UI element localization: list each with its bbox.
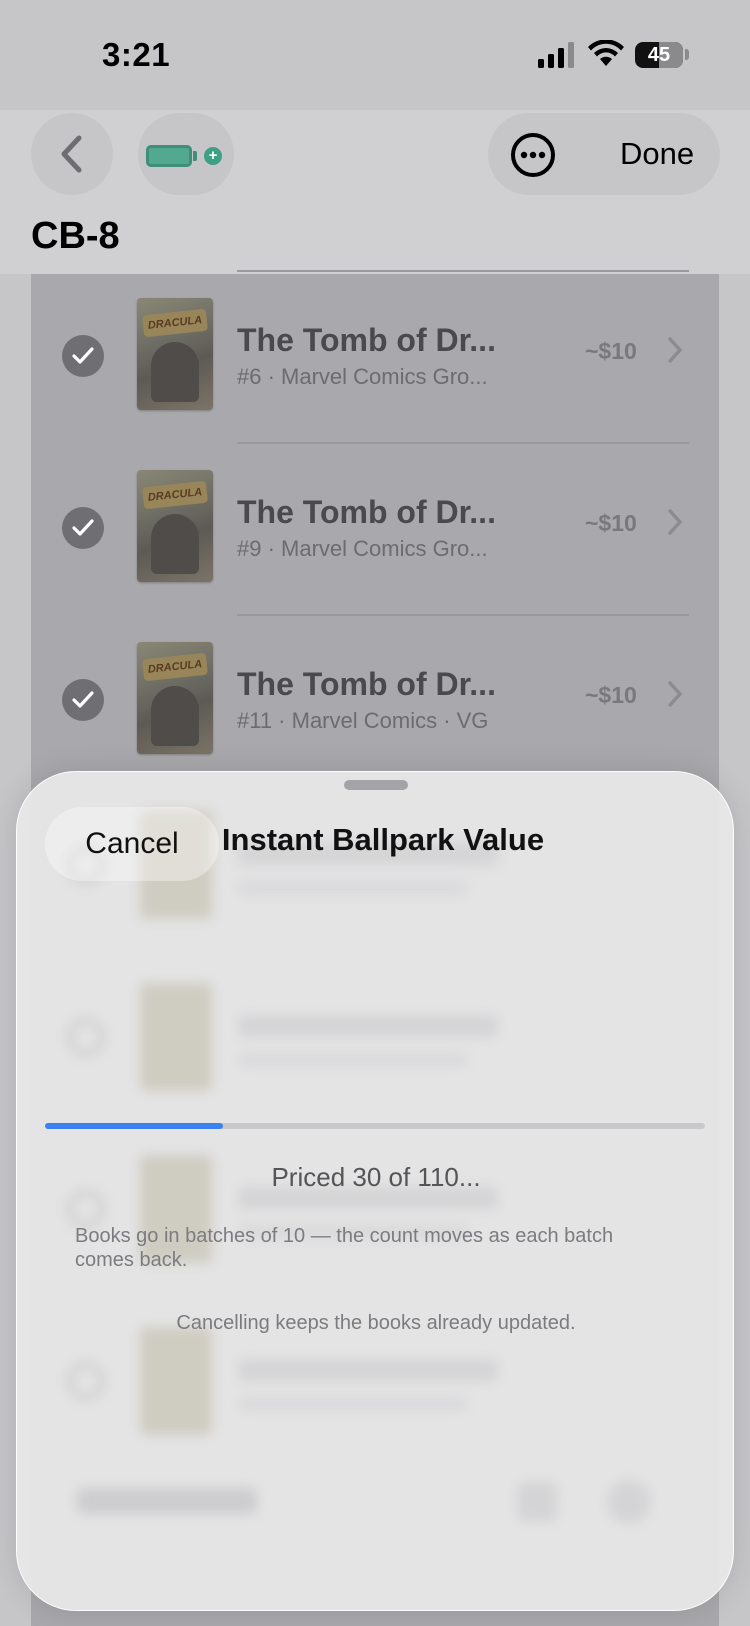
chevron-left-icon xyxy=(61,135,82,173)
battery-plus-icon xyxy=(146,145,192,167)
comic-title: The Tomb of Dr... xyxy=(237,494,496,530)
list-item[interactable]: DRACULA The Tomb of Dr... #11 · Marvel C… xyxy=(31,614,719,786)
battery-status-button[interactable]: + xyxy=(138,113,234,195)
comic-subtitle: #9 · Marvel Comics Gro... xyxy=(237,536,488,561)
checkmark-circle-icon[interactable] xyxy=(62,335,104,377)
battery-cap xyxy=(685,49,689,60)
sheet-grabber[interactable] xyxy=(344,780,408,790)
comic-price: ~$10 xyxy=(585,338,637,364)
plus-icon: + xyxy=(204,147,222,165)
blurred-footer xyxy=(77,1478,677,1538)
wifi-icon xyxy=(588,40,624,66)
cover-logo: DRACULA xyxy=(142,480,208,510)
done-button[interactable]: Done xyxy=(620,113,694,195)
comic-subtitle: #11 · Marvel Comics · VG xyxy=(237,708,489,733)
comic-price: ~$10 xyxy=(585,510,637,536)
battery-icon: 45 xyxy=(635,42,683,68)
ellipsis-circle-icon[interactable] xyxy=(510,132,556,178)
comic-title: The Tomb of Dr... xyxy=(237,666,496,702)
cancel-button[interactable]: Cancel xyxy=(45,807,219,881)
list-item[interactable]: DRACULA The Tomb of Dr... #9 · Marvel Co… xyxy=(31,442,719,614)
comic-cover: DRACULA xyxy=(137,470,213,582)
checkmark-circle-icon[interactable] xyxy=(62,679,104,721)
chevron-right-icon xyxy=(668,509,682,535)
battery-level: 45 xyxy=(647,44,671,66)
comic-cover: DRACULA xyxy=(137,642,213,754)
divider xyxy=(237,614,689,616)
cancel-note: Cancelling keeps the books already updat… xyxy=(176,1312,576,1334)
status-time: 3:21 xyxy=(102,36,171,73)
checkmark-circle-icon[interactable] xyxy=(62,507,104,549)
progress-bar-fill xyxy=(45,1123,224,1129)
list-item[interactable]: DRACULA The Tomb of Dr... #6 · Marvel Co… xyxy=(31,270,719,442)
divider xyxy=(237,270,689,272)
cellular-signal-icon xyxy=(538,42,574,68)
progress-bar xyxy=(45,1123,705,1129)
comic-subtitle: #6 · Marvel Comics Gro... xyxy=(237,364,488,389)
progress-status: Priced 30 of 110... xyxy=(271,1162,481,1192)
page-title: CB-8 xyxy=(31,215,120,257)
nav-actions-group: Done xyxy=(488,113,720,195)
navigation-bar: + Done CB-8 xyxy=(0,110,750,274)
back-button[interactable] xyxy=(31,113,113,195)
ballpark-value-sheet: Instant Ballpark Value Cancel Priced 30 … xyxy=(16,771,734,1611)
chevron-right-icon xyxy=(668,337,682,363)
batch-note: Books go in batches of 10 — the count mo… xyxy=(75,1225,614,1271)
comic-title: The Tomb of Dr... xyxy=(237,322,496,358)
divider xyxy=(237,442,689,444)
comic-cover: DRACULA xyxy=(137,298,213,410)
cover-logo: DRACULA xyxy=(142,652,208,682)
status-bar: 3:21 45 xyxy=(0,0,750,110)
comic-price: ~$10 xyxy=(585,682,637,708)
chevron-right-icon xyxy=(668,681,682,707)
cover-logo: DRACULA xyxy=(142,308,208,338)
